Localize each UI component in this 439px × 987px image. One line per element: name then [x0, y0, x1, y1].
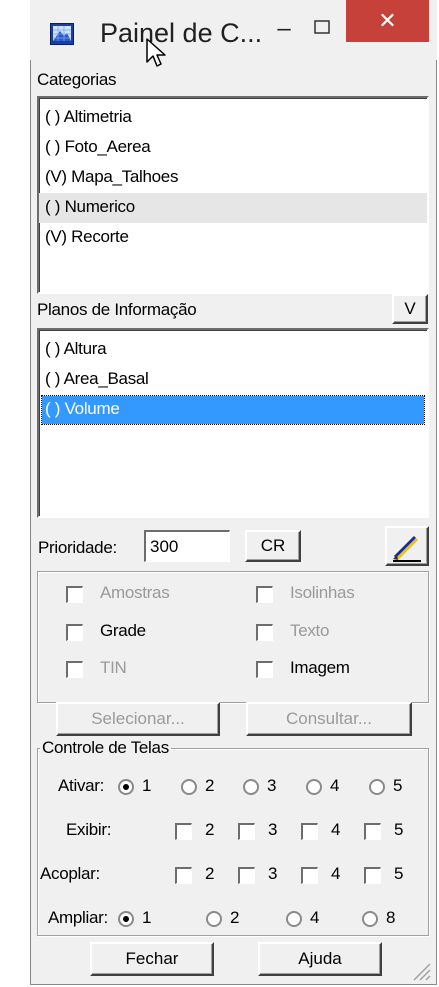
planos-label: Planos de Informação: [37, 300, 197, 319]
isolinhas-checkbox[interactable]: [256, 586, 273, 603]
ampliar-radio-4[interactable]: [286, 911, 302, 927]
acoplar-option-label: 2: [205, 864, 215, 883]
ampliar-option-label: 2: [230, 908, 240, 927]
acoplar-checkbox-3[interactable]: [238, 867, 255, 884]
list-item[interactable]: (V) Mapa_Talhoes: [45, 162, 178, 192]
exibir-option-label: 5: [394, 820, 404, 839]
representations-group: [37, 571, 429, 703]
controle-telas-label: Controle de Telas: [40, 738, 171, 758]
ativar-option-label: 2: [205, 776, 215, 795]
exibir-checkbox-4[interactable]: [301, 823, 318, 840]
isolinhas-label: Isolinhas: [290, 583, 355, 602]
categorias-list[interactable]: ( ) Altimetria ( ) Foto_Aerea (V) Mapa_T…: [37, 96, 429, 294]
acoplar-option-label: 3: [268, 864, 278, 883]
ativar-option-label: 5: [393, 776, 403, 795]
list-item[interactable]: ( ) Altimetria: [45, 102, 132, 132]
list-item[interactable]: ( ) Foto_Aerea: [45, 132, 151, 162]
minimize-button[interactable]: –: [268, 14, 300, 44]
selecionar-button[interactable]: Selecionar...: [56, 702, 220, 736]
ampliar-option-label: 4: [310, 908, 320, 927]
list-item[interactable]: ( ) Area_Basal: [45, 364, 149, 394]
ativar-radio-4[interactable]: [306, 779, 322, 795]
ampliar-radio-1[interactable]: [118, 911, 134, 927]
ampliar-radio-2[interactable]: [206, 911, 222, 927]
v-button[interactable]: V: [392, 294, 428, 324]
ativar-radio-1[interactable]: [118, 779, 134, 795]
edit-button[interactable]: [385, 526, 429, 566]
categorias-label: Categorias: [37, 70, 117, 89]
resize-grip-icon[interactable]: [408, 958, 432, 982]
pencil-icon: [393, 535, 421, 562]
ajuda-button[interactable]: Ajuda: [258, 942, 382, 976]
app-icon: [50, 23, 74, 45]
tin-label: TIN: [100, 658, 127, 677]
imagem-checkbox[interactable]: [256, 661, 273, 678]
tin-checkbox[interactable]: [66, 661, 83, 678]
ativar-radio-2[interactable]: [181, 779, 197, 795]
fechar-button[interactable]: Fechar: [90, 942, 214, 976]
ampliar-option-label: 1: [142, 908, 152, 927]
maximize-icon: [314, 20, 330, 34]
ampliar-option-label: 8: [386, 908, 396, 927]
ativar-option-label: 1: [142, 776, 152, 795]
acoplar-label: Acoplar:: [40, 864, 100, 883]
acoplar-checkbox-2[interactable]: [175, 867, 192, 884]
exibir-checkbox-3[interactable]: [238, 823, 255, 840]
window-title: Painel de C...: [100, 18, 263, 48]
maximize-button[interactable]: [306, 14, 338, 44]
close-button[interactable]: ✕: [346, 0, 429, 42]
texto-checkbox[interactable]: [256, 624, 273, 641]
list-item[interactable]: ( ) Numerico: [45, 192, 135, 222]
list-item[interactable]: ( ) Altura: [45, 334, 107, 364]
grade-checkbox[interactable]: [66, 624, 83, 641]
list-item-selected[interactable]: ( ) Volume: [45, 394, 120, 424]
ativar-option-label: 3: [267, 776, 277, 795]
exibir-option-label: 3: [268, 820, 278, 839]
prioridade-input[interactable]: [144, 530, 230, 562]
exibir-label: Exibir:: [66, 820, 112, 839]
exibir-option-label: 2: [205, 820, 215, 839]
ativar-radio-5[interactable]: [369, 779, 385, 795]
prioridade-label: Prioridade:: [38, 538, 117, 557]
imagem-label: Imagem: [290, 658, 350, 677]
ativar-option-label: 4: [330, 776, 340, 795]
ampliar-radio-8[interactable]: [362, 911, 378, 927]
planos-list[interactable]: ( ) Altura ( ) Area_Basal ( ) Volume: [37, 328, 429, 518]
mouse-cursor-icon: [146, 38, 166, 67]
acoplar-checkbox-5[interactable]: [364, 867, 381, 884]
amostras-checkbox[interactable]: [66, 586, 83, 603]
exibir-checkbox-2[interactable]: [175, 823, 192, 840]
texto-label: Texto: [290, 621, 330, 640]
acoplar-checkbox-4[interactable]: [301, 867, 318, 884]
list-item[interactable]: (V) Recorte: [45, 222, 129, 252]
exibir-checkbox-5[interactable]: [364, 823, 381, 840]
grade-label: Grade: [100, 621, 146, 640]
acoplar-option-label: 4: [331, 864, 341, 883]
ativar-label: Ativar:: [58, 776, 105, 795]
ampliar-label: Ampliar:: [48, 908, 108, 927]
acoplar-option-label: 5: [394, 864, 404, 883]
ativar-radio-3[interactable]: [243, 779, 259, 795]
exibir-option-label: 4: [331, 820, 341, 839]
cr-button[interactable]: CR: [245, 530, 301, 562]
consultar-button[interactable]: Consultar...: [246, 702, 412, 736]
amostras-label: Amostras: [100, 583, 170, 602]
